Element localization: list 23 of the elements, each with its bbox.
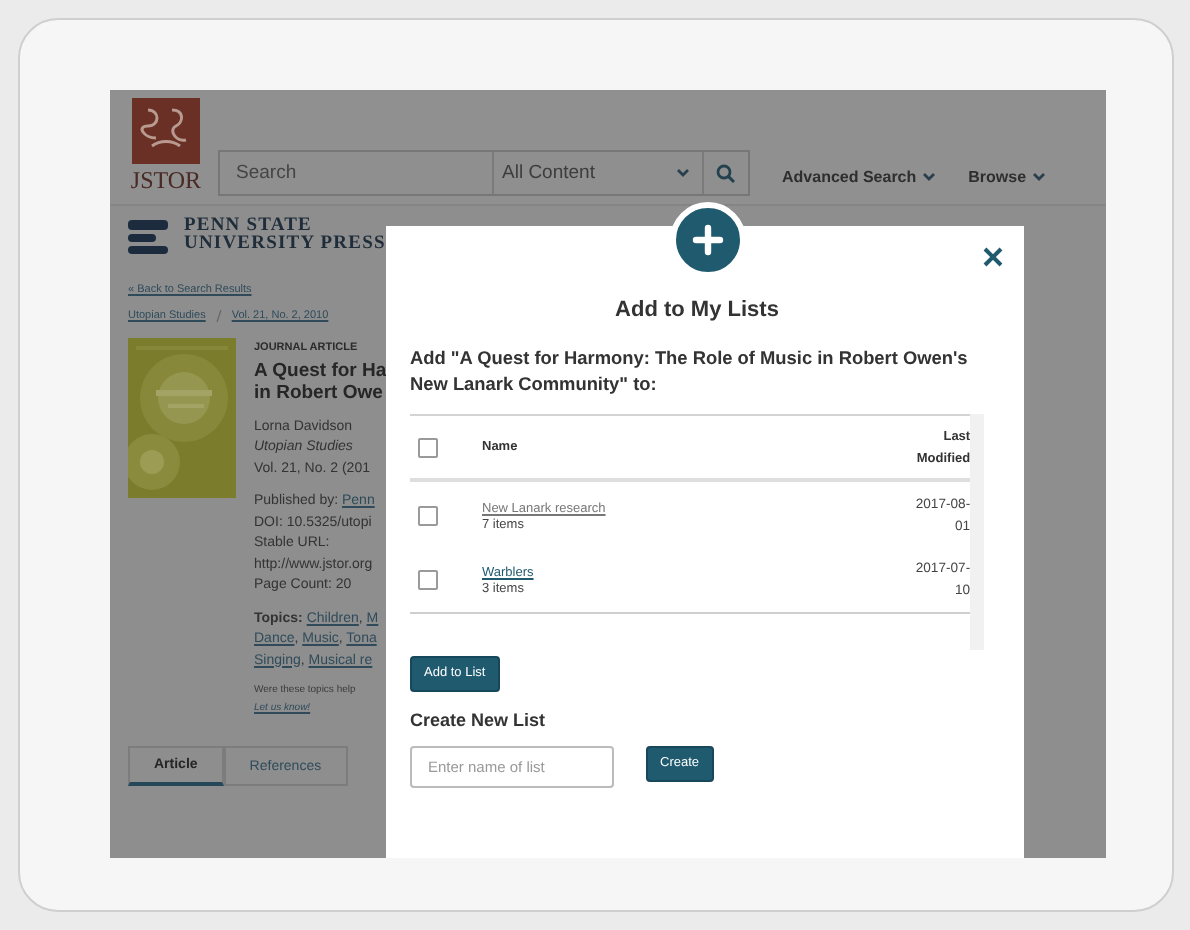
- article-title: A Quest for Ha: [254, 359, 387, 382]
- chevron-icon: [675, 168, 690, 178]
- nav-link[interactable]: Browse: [968, 168, 1047, 186]
- logo-text: JSTOR: [130, 166, 202, 196]
- row-checkbox[interactable]: [418, 506, 438, 526]
- search-icon: [715, 163, 736, 183]
- dialog-prompt: Add "A Quest for Harmony: The Role of Music in Robert Owen's New Lanark Community" to:: [410, 346, 970, 398]
- scope-dropdown[interactable]: All Content: [492, 152, 702, 194]
- dialog-title: Add to My Lists: [613, 298, 781, 322]
- publisher-name: PENN STATE: [184, 218, 312, 236]
- article-title: in Robert Owe: [254, 382, 385, 405]
- section-heading: Create New List: [410, 709, 548, 729]
- separator-icon: [215, 310, 222, 322]
- chevron-icon: [1032, 172, 1047, 182]
- search-field[interactable]: Search All Content: [218, 150, 750, 196]
- close-button[interactable]: [982, 246, 1004, 268]
- press-logo-icon: [128, 219, 168, 253]
- chevron-icon: [922, 172, 937, 182]
- row-checkbox[interactable]: [418, 570, 438, 590]
- publisher-name: UNIVERSITY PRESS: [184, 236, 386, 254]
- logo-icon: [132, 98, 200, 164]
- nav-link[interactable]: Advanced Search: [782, 168, 937, 186]
- select-all-checkbox[interactable]: [418, 437, 438, 457]
